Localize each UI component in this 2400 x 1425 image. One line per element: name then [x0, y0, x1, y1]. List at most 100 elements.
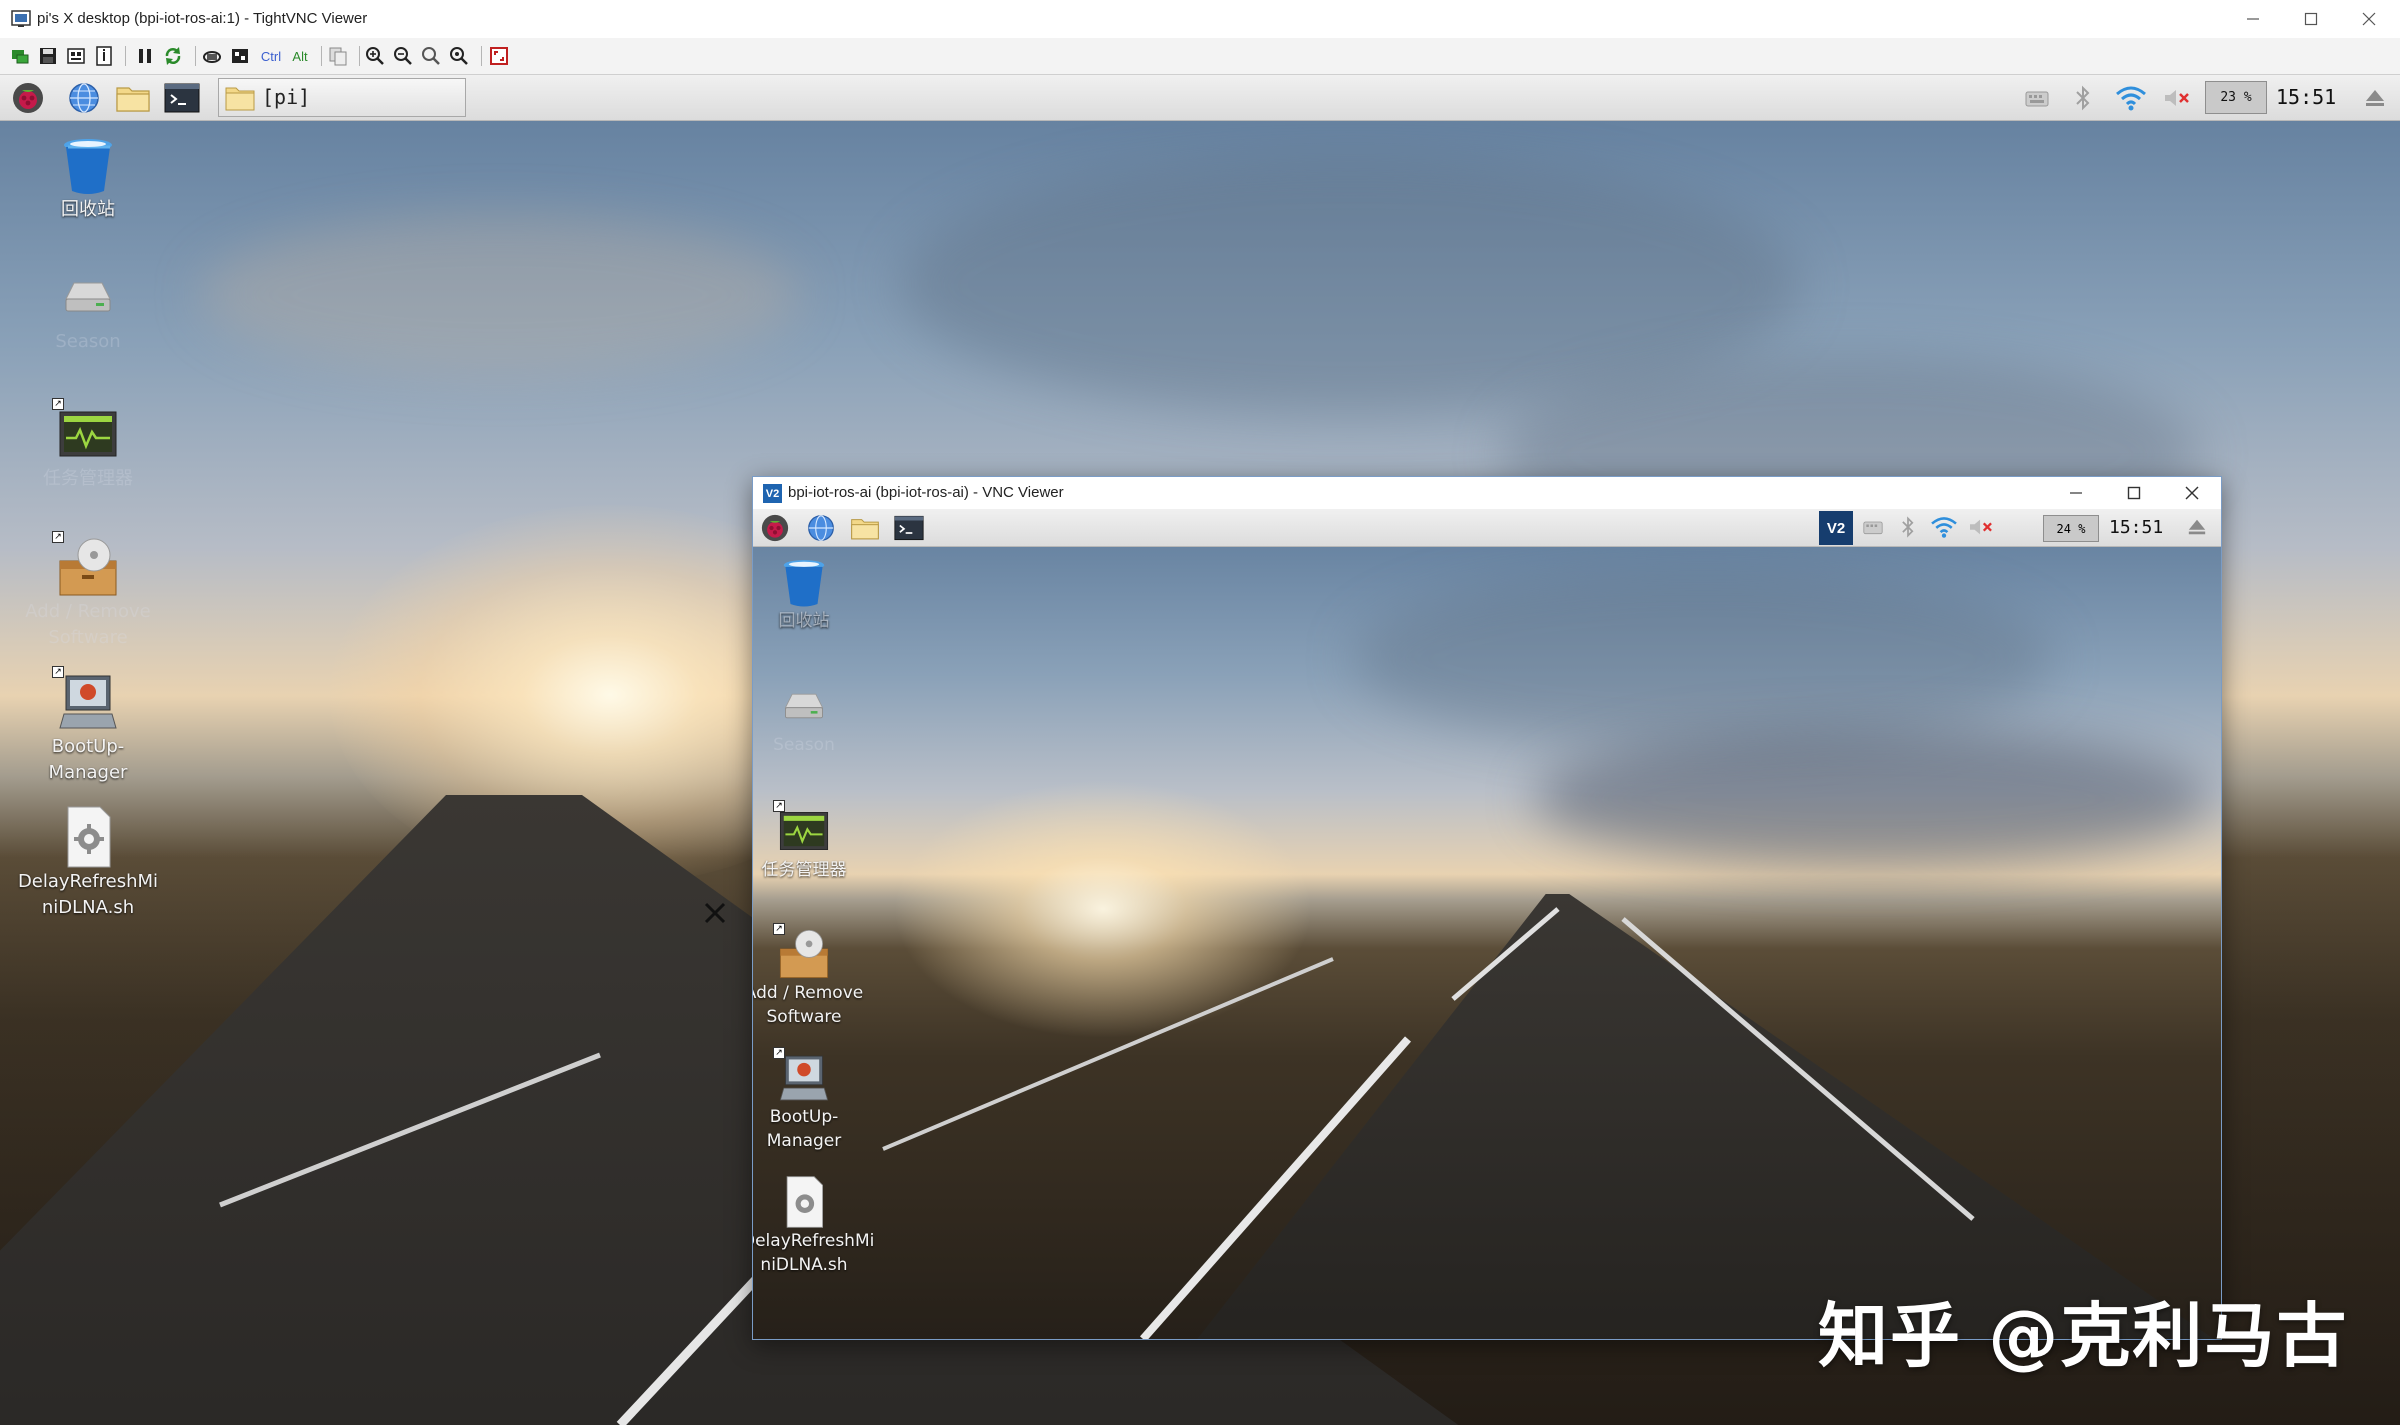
cpu-usage-monitor[interactable]: 23 % [2205, 81, 2267, 114]
vnc-viewer-window[interactable]: V2 bpi-iot-ros-ai (bpi-iot-ros-ai) - VNC… [752, 476, 2222, 1340]
bluetooth-icon [2076, 85, 2090, 110]
vnc-server-tray-button[interactable]: V2 [1819, 511, 1853, 545]
desktop-icon-task-manager[interactable]: ↗ 任务管理器 [3, 398, 173, 492]
web-browser-button[interactable] [65, 79, 103, 117]
close-icon [2362, 12, 2376, 26]
desktop-icon-season[interactable]: Season [753, 679, 866, 757]
road-markings [882, 907, 1975, 1339]
desktop-icon-label: Season [55, 331, 121, 352]
close-x-icon[interactable] [702, 900, 728, 926]
desktop-icon-label: DelayRefreshMi niDLNA.sh [753, 1231, 875, 1275]
inner-remote-desktop[interactable]: V2 24 % 15:51 回收站 Season ↗ 任务管理器 ↗ dd / … [753, 509, 2221, 1339]
close-button[interactable] [2340, 0, 2398, 38]
zoom-in-button[interactable] [363, 44, 387, 68]
desktop-icon-delayrefresh-script[interactable]: DelayRefreshMi niDLNA.sh [3, 805, 173, 921]
bluetooth-tray-button[interactable] [2068, 80, 2098, 115]
bootup-manager-icon [59, 675, 117, 729]
alt-key-label: Alt [292, 48, 308, 64]
bluetooth-icon [1902, 516, 1914, 538]
save-button[interactable] [36, 44, 60, 68]
ctrl-esc-button[interactable] [228, 44, 252, 68]
taskbar-button-label: [pi] [262, 85, 311, 109]
cpu-usage-monitor[interactable]: 24 % [2043, 515, 2099, 542]
wifi-tray-button[interactable] [1929, 512, 1959, 542]
shortcut-arrow-icon: ↗ [773, 923, 785, 935]
transfer-files-button[interactable] [326, 44, 350, 68]
desktop-icon-label: 回收站 [61, 199, 115, 220]
send-ctrl-alt-del-icon [203, 51, 221, 63]
drive-icon [784, 693, 824, 719]
minimize-icon [2247, 18, 2259, 20]
file-manager-button[interactable] [849, 512, 881, 544]
taskbar-button-pi[interactable]: [pi] [218, 78, 466, 117]
shortcut-arrow-icon: ↗ [52, 666, 64, 678]
eject-tray-button[interactable] [2360, 80, 2390, 115]
toolbar-separator [481, 46, 482, 66]
wifi-tray-button[interactable] [2114, 80, 2148, 115]
shell-script-icon [786, 1176, 823, 1228]
web-browser-button[interactable] [805, 512, 837, 544]
shortcut-arrow-icon: ↗ [52, 531, 64, 543]
alt-key-button[interactable]: Alt [287, 44, 313, 68]
volume-tray-button[interactable] [1967, 512, 1995, 542]
zoom-out-icon [394, 47, 412, 65]
fullscreen-button[interactable] [487, 44, 511, 68]
trash-icon [783, 560, 825, 607]
zoom-out-button[interactable] [391, 44, 415, 68]
task-manager-icon [779, 812, 829, 850]
vnc-server-icon: V2 [1826, 519, 1846, 537]
raspberry-menu-button[interactable] [9, 79, 47, 117]
vnc-minimize-button[interactable] [2047, 477, 2105, 509]
window-titlebar: pi's X desktop (bpi-iot-ros-ai:1) - Tigh… [0, 0, 2400, 39]
panel-clock[interactable]: 15:51 [2109, 509, 2163, 546]
info-button[interactable] [92, 44, 116, 68]
raspberry-menu-icon [761, 514, 789, 542]
zoom-auto-button[interactable] [447, 44, 471, 68]
terminal-icon [894, 515, 924, 541]
keyboard-icon [2025, 91, 2049, 106]
desktop-icon-trash[interactable]: 回收站 [753, 555, 866, 633]
keyboard-tray-button[interactable] [2022, 80, 2052, 115]
panel-clock[interactable]: 15:51 [2276, 75, 2336, 120]
desktop-icon-add-remove-software[interactable]: ↗ Add / Remove Software [3, 531, 173, 651]
maximize-icon [2304, 12, 2318, 26]
desktop-icon-add-remove-software[interactable]: ↗ Add / Remove Software [753, 923, 866, 1029]
keyboard-icon [1863, 521, 1883, 535]
bootup-manager-icon [779, 1055, 829, 1101]
zoom-100-button[interactable] [419, 44, 443, 68]
minimize-button[interactable] [2224, 0, 2282, 38]
bluetooth-tray-button[interactable] [1895, 512, 1921, 542]
desktop-icon-label: Add / Remove Software [25, 601, 151, 648]
options-button[interactable] [64, 44, 88, 68]
pause-button[interactable] [133, 44, 157, 68]
refresh-button[interactable] [161, 44, 185, 68]
volume-tray-button[interactable] [2162, 80, 2192, 115]
desktop-icon-task-manager[interactable]: ↗ 任务管理器 [753, 800, 866, 882]
vnc-close-button[interactable] [2163, 477, 2221, 509]
ctrl-key-button[interactable]: Ctrl [257, 44, 285, 68]
terminal-button[interactable] [893, 512, 925, 544]
drive-icon [65, 282, 111, 312]
volume-muted-icon [2165, 89, 2189, 106]
desktop-icon-label: Add / Remove Software [753, 983, 864, 1027]
vnc-maximize-button[interactable] [2105, 477, 2163, 509]
desktop-icon-season[interactable]: Season [3, 265, 173, 355]
toolbar-separator [321, 46, 322, 66]
folder-icon [851, 519, 879, 540]
file-manager-button[interactable] [114, 79, 152, 117]
desktop-icon-bootup-manager[interactable]: ↗ BootUp- Manager [3, 666, 173, 786]
ctrl-alt-del-button[interactable] [200, 44, 224, 68]
maximize-button[interactable] [2282, 0, 2340, 38]
info-icon [96, 46, 112, 66]
new-connection-button[interactable] [8, 44, 32, 68]
desktop-icon-bootup-manager[interactable]: ↗ BootUp- Manager [753, 1047, 866, 1153]
raspberry-menu-button[interactable] [759, 512, 791, 544]
zoom-100-icon [422, 47, 440, 65]
send-ctrl-esc-icon [232, 49, 248, 63]
eject-tray-button[interactable] [2183, 512, 2211, 542]
keyboard-tray-button[interactable] [1859, 512, 1887, 542]
terminal-icon [164, 83, 200, 113]
desktop-icon-delayrefresh-script[interactable]: DelayRefreshMi niDLNA.sh [753, 1175, 875, 1277]
terminal-button[interactable] [163, 79, 201, 117]
desktop-icon-trash[interactable]: 回收站 [3, 133, 173, 223]
